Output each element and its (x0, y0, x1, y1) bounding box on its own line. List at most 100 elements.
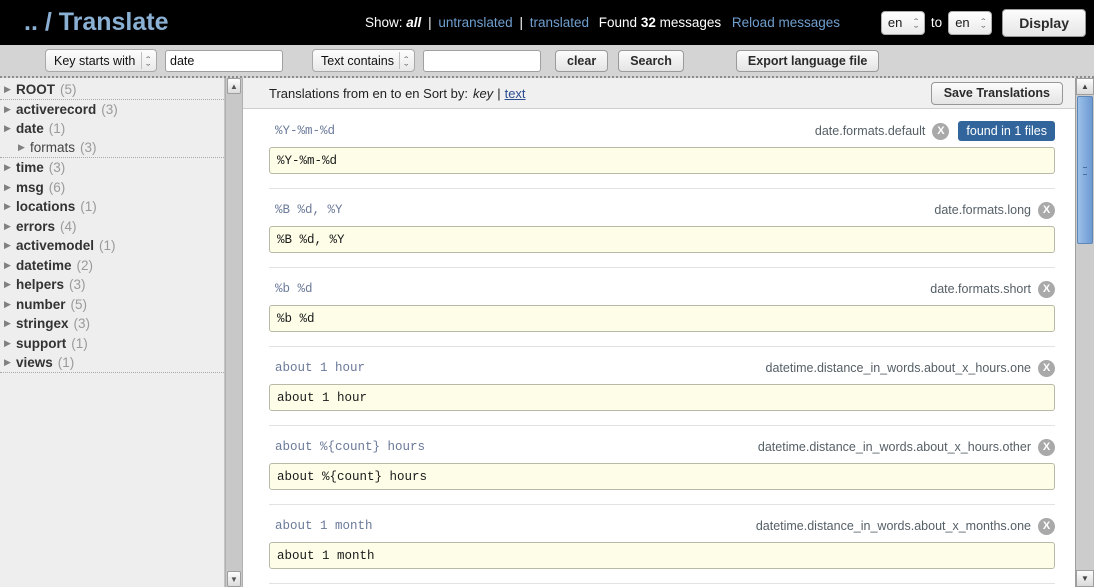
sidebar-scroll-up-icon[interactable]: ▲ (227, 78, 241, 94)
delete-key-icon[interactable]: X (1038, 438, 1055, 456)
search-button[interactable]: Search (618, 49, 684, 72)
key-tree-sidebar: ▶ ROOT (5) ▶ activerecord (3) ▶ date (1) ▶ formats… (0, 78, 225, 587)
found-messages-text: Found 32 messages (599, 15, 721, 30)
tree-node-count: (3) (69, 277, 86, 293)
translation-key: datetime.distance_in_words.about_x_hours… (757, 440, 1031, 454)
translation-value-input[interactable] (269, 542, 1055, 569)
tree-node-count: (1) (71, 335, 88, 351)
key-filter-input[interactable] (165, 49, 283, 72)
show-filter-group: Show: all | untranslated | translated Fo… (365, 15, 840, 30)
translation-row: about 1 month datetime.distance_in_words.… (269, 505, 1055, 584)
source-text: %B %d, %Y (275, 203, 343, 217)
found-in-files-badge[interactable]: found in 1 files (958, 121, 1055, 141)
target-language-select[interactable]: en (948, 10, 993, 35)
chevron-right-icon[interactable]: ▶ (4, 202, 16, 211)
tree-node-date[interactable]: ▶ date (1) (0, 119, 224, 139)
tree-node-count: (5) (60, 81, 77, 97)
show-all-active[interactable]: all (406, 15, 421, 30)
text-filter-input[interactable] (423, 49, 541, 72)
translation-row: %B %d, %Y date.formats.long X (269, 189, 1055, 268)
chevron-right-icon[interactable]: ▶ (4, 84, 16, 94)
chevron-right-icon[interactable]: ▶ (4, 104, 16, 114)
chevron-right-icon[interactable]: ▶ (4, 319, 16, 328)
translation-value-input[interactable] (269, 147, 1055, 174)
chevron-right-icon[interactable]: ▶ (4, 182, 16, 192)
translation-key-group: datetime.distance_in_words.about_x_hours… (765, 359, 1055, 377)
clear-button[interactable]: clear (555, 49, 609, 72)
chevron-right-icon[interactable]: ▶ (4, 280, 16, 289)
delete-key-icon[interactable]: X (1038, 201, 1055, 219)
app-header: .. / Translate Show: all | untranslated … (0, 0, 1094, 45)
delete-key-icon[interactable]: X (932, 122, 950, 140)
tree-node-count: (3) (73, 316, 91, 332)
chevron-right-icon[interactable]: ▶ (4, 260, 16, 270)
translations-summary: Translations from en to en Sort by: (269, 85, 468, 101)
save-translations-button[interactable]: Save Translations (930, 81, 1063, 105)
chevron-right-icon[interactable]: ▶ (4, 221, 16, 231)
tree-node-helpers[interactable]: ▶ helpers (3) (0, 275, 224, 295)
tree-node-formats[interactable]: ▶ formats (3) (0, 139, 224, 158)
chevron-right-icon[interactable]: ▶ (4, 163, 16, 172)
tree-node-count: (3) (101, 101, 118, 117)
found-prefix: Found (598, 15, 638, 30)
sidebar-scroll-down-icon[interactable]: ▼ (227, 571, 241, 587)
sort-by-text[interactable]: text (505, 86, 526, 101)
source-language-select[interactable]: en (880, 10, 925, 35)
sort-by-key[interactable]: key (473, 86, 493, 101)
translation-key-group: datetime.distance_in_words.about_x_month… (755, 517, 1055, 535)
tree-node-label: support (16, 335, 67, 351)
tree-node-label: errors (16, 218, 56, 234)
show-translated-link[interactable]: translated (530, 15, 589, 30)
tree-node-msg[interactable]: ▶ msg (6) (0, 178, 224, 198)
translations-panel: Translations from en to en Sort by: key … (243, 78, 1075, 587)
chevron-right-icon[interactable]: ▶ (4, 299, 16, 309)
tree-node-root[interactable]: ▶ ROOT (5) (0, 80, 224, 100)
tree-node-count: (4) (60, 218, 77, 234)
tree-node-count: (3) (80, 140, 97, 156)
tree-node-count: (2) (76, 257, 94, 273)
tree-node-datetime[interactable]: ▶ datetime (2) (0, 256, 224, 276)
sidebar-scrollbar[interactable]: ▲ ▼ (225, 78, 243, 587)
translation-value-input[interactable] (269, 384, 1055, 411)
tree-node-stringex[interactable]: ▶ stringex (3) (0, 314, 224, 334)
tree-node-locations[interactable]: ▶ locations (1) (0, 197, 224, 217)
translation-value-input[interactable] (269, 305, 1055, 332)
translation-key: datetime.distance_in_words.about_x_hours… (765, 361, 1031, 375)
show-label: Show: (365, 15, 403, 30)
translation-value-input[interactable] (269, 226, 1055, 253)
tree-node-views[interactable]: ▶ views (1) (0, 353, 224, 373)
translation-key: datetime.distance_in_words.about_x_month… (755, 519, 1031, 533)
tree-node-count: (6) (48, 179, 66, 195)
delete-key-icon[interactable]: X (1038, 280, 1055, 298)
delete-key-icon[interactable]: X (1038, 359, 1055, 377)
found-count: 32 (640, 15, 656, 30)
tree-node-activemodel[interactable]: ▶ activemodel (1) (0, 236, 224, 256)
window-scrollbar-thumb[interactable] (1077, 96, 1093, 244)
translation-value-input[interactable] (269, 463, 1055, 490)
key-filter-select[interactable]: Key starts with (45, 49, 157, 72)
tree-node-time[interactable]: ▶ time (3) (0, 158, 224, 178)
tree-node-number[interactable]: ▶ number (5) (0, 295, 224, 315)
app-title: .. / Translate (24, 8, 169, 36)
text-filter-select[interactable]: Text contains (312, 49, 415, 72)
chevron-right-icon[interactable]: ▶ (4, 124, 16, 133)
chevron-right-icon[interactable]: ▶ (4, 241, 16, 250)
tree-node-errors[interactable]: ▶ errors (4) (0, 217, 224, 237)
window-scroll-down-icon[interactable]: ▼ (1076, 570, 1094, 587)
display-button[interactable]: Display (1002, 8, 1086, 37)
show-separator-2: | (519, 15, 523, 30)
tree-node-label: views (16, 354, 53, 370)
export-language-file-button[interactable]: Export language file (735, 49, 880, 72)
chevron-right-icon[interactable]: ▶ (4, 357, 16, 367)
chevron-right-icon[interactable]: ▶ (4, 338, 16, 348)
reload-messages-link[interactable]: Reload messages (732, 15, 840, 30)
target-language-select-wrap: en (948, 10, 993, 35)
tree-node-label: number (16, 296, 66, 312)
window-scroll-up-icon[interactable]: ▲ (1076, 78, 1094, 95)
tree-node-activerecord[interactable]: ▶ activerecord (3) (0, 100, 224, 120)
chevron-right-icon[interactable]: ▶ (18, 143, 30, 152)
window-scrollbar[interactable]: ▲ ▼ (1075, 78, 1094, 587)
tree-node-support[interactable]: ▶ support (1) (0, 334, 224, 354)
show-untranslated-link[interactable]: untranslated (438, 15, 512, 30)
delete-key-icon[interactable]: X (1038, 517, 1055, 535)
